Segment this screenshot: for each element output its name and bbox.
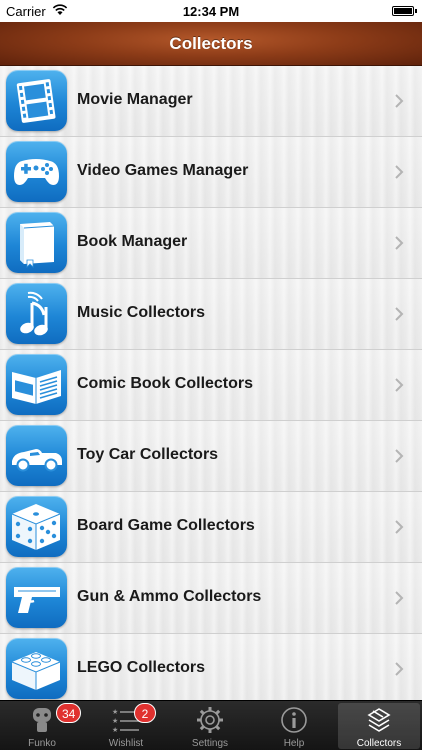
tab-bar: 34 Funko ★ ★ ★ 2 Wishlist Settings Help … bbox=[0, 700, 422, 750]
list-item-toy-car-collectors[interactable]: Toy Car Collectors bbox=[0, 421, 422, 492]
list-item-label: Gun & Ammo Collectors bbox=[77, 588, 262, 605]
chevron-right-icon bbox=[395, 662, 404, 676]
list-item-label: Video Games Manager bbox=[77, 162, 249, 179]
gamepad-icon bbox=[6, 141, 67, 202]
app-screen: Carrier 12:34 PM Collectors Movie Manage… bbox=[0, 0, 422, 750]
tab-label: Collectors bbox=[356, 738, 402, 749]
tab-collectors[interactable]: Collectors bbox=[336, 701, 422, 750]
list-item-movie-manager[interactable]: Movie Manager bbox=[0, 66, 422, 137]
music-note-icon bbox=[6, 283, 67, 344]
list-item-video-games-manager[interactable]: Video Games Manager bbox=[0, 137, 422, 208]
film-icon bbox=[6, 70, 67, 131]
list-item-label: Board Game Collectors bbox=[77, 517, 255, 534]
wishlist-badge: 2 bbox=[134, 703, 156, 723]
tab-help[interactable]: Help bbox=[252, 701, 336, 750]
funko-badge: 34 bbox=[56, 703, 82, 723]
list-item-label: Music Collectors bbox=[77, 304, 206, 321]
svg-text:★: ★ bbox=[112, 717, 118, 725]
chevron-right-icon bbox=[395, 94, 404, 108]
toy-car-icon bbox=[6, 425, 67, 486]
list-item-board-game-collectors[interactable]: Board Game Collectors bbox=[0, 492, 422, 563]
funko-figure-icon bbox=[33, 708, 51, 732]
status-time: 12:34 PM bbox=[182, 4, 240, 19]
list-item-label: Book Manager bbox=[77, 233, 188, 250]
tab-label: Funko bbox=[28, 738, 56, 749]
tab-label: Wishlist bbox=[108, 738, 144, 749]
navigation-bar: Collectors bbox=[0, 22, 422, 66]
battery-icon bbox=[392, 6, 417, 16]
chevron-right-icon bbox=[395, 520, 404, 534]
chevron-right-icon bbox=[395, 236, 404, 250]
tab-label: Settings bbox=[191, 738, 229, 749]
list-item-label: Movie Manager bbox=[77, 91, 193, 108]
tab-wishlist[interactable]: ★ ★ ★ 2 Wishlist bbox=[84, 701, 168, 750]
book-icon bbox=[6, 212, 67, 273]
collectors-list: Movie Manager Video Games Manager Book M… bbox=[0, 66, 422, 700]
chevron-right-icon bbox=[395, 307, 404, 321]
chevron-right-icon bbox=[395, 591, 404, 605]
collectors-stack-icon bbox=[367, 708, 391, 732]
page-title: Collectors bbox=[169, 34, 253, 53]
chevron-right-icon bbox=[395, 449, 404, 463]
chevron-right-icon bbox=[395, 378, 404, 392]
dice-icon bbox=[6, 496, 67, 557]
list-item-label: Comic Book Collectors bbox=[77, 375, 254, 392]
tab-funko[interactable]: 34 Funko bbox=[0, 701, 84, 750]
chevron-right-icon bbox=[395, 165, 404, 179]
list-item-gun-ammo-collectors[interactable]: Gun & Ammo Collectors bbox=[0, 563, 422, 634]
tab-settings[interactable]: Settings bbox=[168, 701, 252, 750]
status-bar: Carrier 12:34 PM bbox=[0, 0, 422, 22]
list-item-label: LEGO Collectors bbox=[77, 659, 206, 676]
svg-text:★: ★ bbox=[112, 708, 118, 716]
comic-book-icon bbox=[6, 354, 67, 415]
info-icon bbox=[281, 707, 307, 733]
gear-icon bbox=[197, 707, 223, 733]
pistol-icon bbox=[6, 567, 67, 628]
list-item-comic-book-collectors[interactable]: Comic Book Collectors bbox=[0, 350, 422, 421]
list-item-lego-collectors[interactable]: LEGO Collectors bbox=[0, 634, 422, 700]
tab-label: Help bbox=[283, 738, 305, 749]
lego-brick-icon bbox=[6, 638, 67, 699]
svg-text:★: ★ bbox=[112, 726, 118, 734]
list-item-label: Toy Car Collectors bbox=[77, 446, 219, 463]
list-item-music-collectors[interactable]: Music Collectors bbox=[0, 279, 422, 350]
list-item-book-manager[interactable]: Book Manager bbox=[0, 208, 422, 279]
